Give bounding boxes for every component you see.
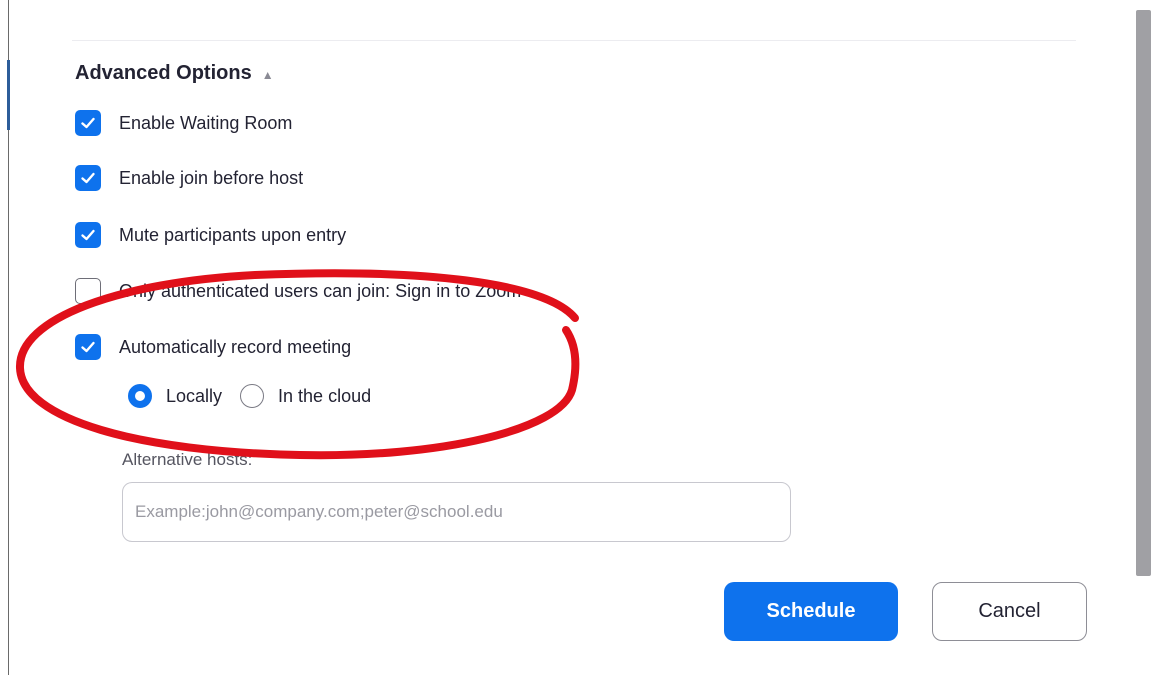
checkmark-icon bbox=[81, 117, 95, 129]
option-mute-participants[interactable]: Mute participants upon entry bbox=[75, 222, 346, 248]
option-auto-record[interactable]: Automatically record meeting bbox=[75, 334, 351, 360]
option-label: Mute participants upon entry bbox=[119, 224, 347, 245]
checkbox-auto-record[interactable] bbox=[75, 334, 101, 360]
option-label: Enable join before host bbox=[119, 167, 304, 188]
radio-locally[interactable] bbox=[128, 384, 152, 408]
alternative-hosts-input[interactable] bbox=[122, 482, 791, 542]
option-enable-waiting-room[interactable]: Enable Waiting Room bbox=[75, 110, 292, 136]
radio-locally-label[interactable]: Locally bbox=[166, 386, 222, 407]
checkbox-mute-participants[interactable] bbox=[75, 222, 101, 248]
radio-in-the-cloud-label[interactable]: In the cloud bbox=[278, 386, 371, 407]
checkbox-authenticated-users-only[interactable] bbox=[75, 278, 101, 304]
recording-location-group: Locally In the cloud bbox=[128, 384, 371, 408]
advanced-options-toggle[interactable]: Advanced Options ▲ bbox=[75, 62, 274, 85]
checkmark-icon bbox=[81, 172, 95, 184]
alternative-hosts-label: Alternative hosts: bbox=[122, 450, 253, 469]
section-divider bbox=[72, 40, 1076, 41]
window-edge-accent bbox=[7, 60, 10, 130]
cancel-button[interactable]: Cancel bbox=[932, 582, 1087, 641]
checkbox-enable-waiting-room[interactable] bbox=[75, 110, 101, 136]
option-authenticated-users-only[interactable]: Only authenticated users can join: Sign … bbox=[75, 278, 521, 304]
checkmark-icon bbox=[81, 341, 95, 353]
scrollbar-thumb[interactable] bbox=[1136, 10, 1151, 576]
schedule-button[interactable]: Schedule bbox=[724, 582, 898, 641]
option-enable-join-before-host[interactable]: Enable join before host bbox=[75, 165, 303, 191]
advanced-options-title: Advanced Options bbox=[75, 62, 252, 84]
option-label: Automatically record meeting bbox=[119, 336, 352, 357]
radio-in-the-cloud[interactable] bbox=[240, 384, 265, 408]
option-label: Enable Waiting Room bbox=[119, 112, 293, 133]
checkbox-enable-join-before-host[interactable] bbox=[75, 165, 101, 191]
chevron-up-icon[interactable]: ▲ bbox=[262, 68, 274, 82]
checkmark-icon bbox=[81, 229, 95, 241]
option-label: Only authenticated users can join: Sign … bbox=[119, 280, 522, 301]
